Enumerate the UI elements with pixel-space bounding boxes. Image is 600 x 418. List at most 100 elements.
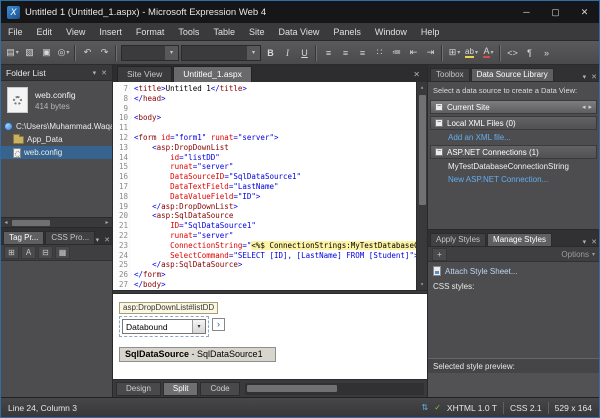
attach-style-sheet-link[interactable]: Attach Style Sheet...	[428, 262, 599, 279]
document-tab-site-view[interactable]: Site View	[117, 66, 172, 82]
scroll-right-icon[interactable]: ▸	[588, 103, 592, 111]
menu-item-table[interactable]: Table	[206, 23, 242, 40]
collapse-icon[interactable]: −	[435, 148, 443, 156]
scrollbar-thumb[interactable]	[247, 385, 337, 392]
view-button-split[interactable]: Split	[163, 382, 199, 396]
scrollbar-thumb[interactable]	[419, 95, 426, 205]
bullets-button[interactable]: ∷	[371, 44, 388, 62]
borders-button[interactable]: ⊞▾	[446, 44, 463, 62]
dsl-connection-item[interactable]: MyTestDatabaseConnectionString	[430, 159, 597, 172]
dropdown-arrow-icon[interactable]: ▾	[192, 320, 205, 333]
scroll-left-icon[interactable]: ◂	[1, 219, 11, 226]
scroll-down-icon[interactable]: ▾	[420, 280, 424, 289]
minimize-button[interactable]: ─	[512, 1, 541, 23]
dsl-link[interactable]: New ASP.NET Connection...	[430, 172, 597, 185]
folder-tree-item[interactable]: web.config	[1, 146, 112, 159]
menu-item-file[interactable]: File	[1, 23, 30, 40]
view-button-design[interactable]: Design	[116, 382, 161, 396]
panel-close-icon[interactable]: ✕	[591, 73, 597, 81]
document-tab-untitled-1-aspx[interactable]: Untitled_1.aspx	[173, 66, 252, 82]
font-color-button[interactable]: A▾	[480, 44, 497, 62]
open-button[interactable]: ▧	[21, 44, 38, 62]
style-combo[interactable]: ▾	[121, 45, 179, 61]
numbering-button[interactable]: ≔	[388, 44, 405, 62]
categorized-button[interactable]: ⊞	[4, 246, 19, 259]
dsl-section-header[interactable]: −Local XML Files (0)	[430, 116, 597, 130]
code-editor[interactable]: <title>Untitled 1</title></head><body><f…	[131, 82, 416, 290]
bold-button[interactable]: B	[262, 44, 279, 62]
toolbar-options-button[interactable]: »	[538, 44, 555, 62]
folder-list-hscrollbar[interactable]: ◂ ▸	[1, 217, 112, 227]
dropdownlist-control[interactable]: Databound ▾	[122, 319, 206, 334]
tab-manage-styles[interactable]: Manage Styles	[487, 233, 552, 246]
align-center-button[interactable]: ≡	[337, 44, 354, 62]
panel-menu-icon[interactable]: ▾	[96, 236, 100, 244]
panel-close-icon[interactable]: ✕	[101, 69, 107, 77]
save-button[interactable]: ▣	[38, 44, 55, 62]
underline-button[interactable]: U	[296, 44, 313, 62]
sqldatasource-control[interactable]: SqlDataSource - SqlDataSource1	[119, 347, 276, 362]
collapse-icon[interactable]: −	[435, 119, 443, 127]
undo-button[interactable]: ↶	[79, 44, 96, 62]
maximize-button[interactable]: ▢	[541, 1, 570, 23]
scroll-up-icon[interactable]: ▴	[420, 83, 424, 92]
outdent-button[interactable]: ⇤	[405, 44, 422, 62]
tab-toolbox[interactable]: Toolbox	[430, 68, 470, 81]
menu-item-view[interactable]: View	[59, 23, 92, 40]
panel-menu-icon[interactable]: ▾	[583, 73, 587, 81]
close-document-icon[interactable]: ✕	[410, 70, 423, 82]
show-set-properties-button[interactable]: ⊟	[38, 246, 53, 259]
menu-item-data-view[interactable]: Data View	[271, 23, 326, 40]
folder-tree-item[interactable]: App_Data	[1, 133, 112, 146]
code-vscrollbar[interactable]: ▴ ▾	[416, 82, 427, 290]
menu-item-site[interactable]: Site	[242, 23, 272, 40]
folder-tree-item[interactable]: C:\Users\Muhammad.Waqas\...	[1, 120, 112, 133]
panel-close-icon[interactable]: ✕	[591, 238, 597, 246]
paragraph-marks-button[interactable]: ¶	[521, 44, 538, 62]
smart-tag-button[interactable]: ›	[212, 318, 225, 331]
menu-item-window[interactable]: Window	[368, 23, 414, 40]
options-button[interactable]: Options ▾	[561, 250, 595, 259]
collapse-icon[interactable]: −	[435, 103, 443, 111]
align-right-button[interactable]: ≡	[354, 44, 371, 62]
view-button-code[interactable]: Code	[200, 382, 239, 396]
font-combo[interactable]: ▾	[181, 45, 261, 61]
new-style-button[interactable]: +	[432, 248, 447, 261]
title-bar[interactable]: X Untitled 1 (Untitled_1.aspx) - Microso…	[1, 1, 599, 23]
menu-item-tools[interactable]: Tools	[171, 23, 206, 40]
scrollbar-thumb[interactable]	[12, 220, 50, 226]
menu-item-help[interactable]: Help	[414, 23, 447, 40]
tab-data-source-library[interactable]: Data Source Library	[471, 68, 554, 81]
dsl-site-header[interactable]: −Current Site◂▸	[430, 100, 597, 114]
highlight-button[interactable]: ab▾	[463, 44, 480, 62]
control-tag-label[interactable]: asp:DropDownList#listDD	[119, 302, 218, 314]
grid-button[interactable]: ▦	[55, 246, 70, 259]
design-view[interactable]: asp:DropDownList#listDD Databound ▾ › Sq…	[113, 294, 427, 379]
menu-item-format[interactable]: Format	[129, 23, 172, 40]
code-line: </body>	[134, 280, 416, 290]
scroll-left-icon[interactable]: ◂	[582, 103, 586, 111]
preview-in-browser-button[interactable]: ◎▾	[55, 44, 72, 62]
menu-item-panels[interactable]: Panels	[326, 23, 368, 40]
tab-tag-pr-[interactable]: Tag Pr...	[3, 231, 44, 244]
panel-close-icon[interactable]: ✕	[104, 236, 110, 244]
show-tags-button[interactable]: <>	[504, 44, 521, 62]
menu-item-insert[interactable]: Insert	[92, 23, 129, 40]
dsl-link[interactable]: Add an XML file...	[430, 130, 597, 143]
panel-menu-icon[interactable]: ▾	[583, 238, 587, 246]
indent-button[interactable]: ⇥	[422, 44, 439, 62]
tab-apply-styles[interactable]: Apply Styles	[430, 233, 486, 246]
tab-css-pro-[interactable]: CSS Pro...	[45, 231, 95, 244]
panel-menu-icon[interactable]: ▾	[93, 69, 97, 77]
redo-button[interactable]: ↷	[96, 44, 113, 62]
design-hscrollbar[interactable]	[245, 383, 424, 395]
close-button[interactable]: ✕	[570, 1, 599, 23]
menu-item-edit[interactable]: Edit	[30, 23, 60, 40]
scroll-right-icon[interactable]: ▸	[102, 219, 112, 226]
new-document-button[interactable]: ▤▾	[4, 44, 21, 62]
dsl-section-header[interactable]: −ASP.NET Connections (1)	[430, 145, 597, 159]
code-view[interactable]: 789101112131415161718192021222324252627 …	[113, 82, 427, 290]
alphabetical-button[interactable]: A	[21, 246, 36, 259]
align-left-button[interactable]: ≡	[320, 44, 337, 62]
italic-button[interactable]: I	[279, 44, 296, 62]
